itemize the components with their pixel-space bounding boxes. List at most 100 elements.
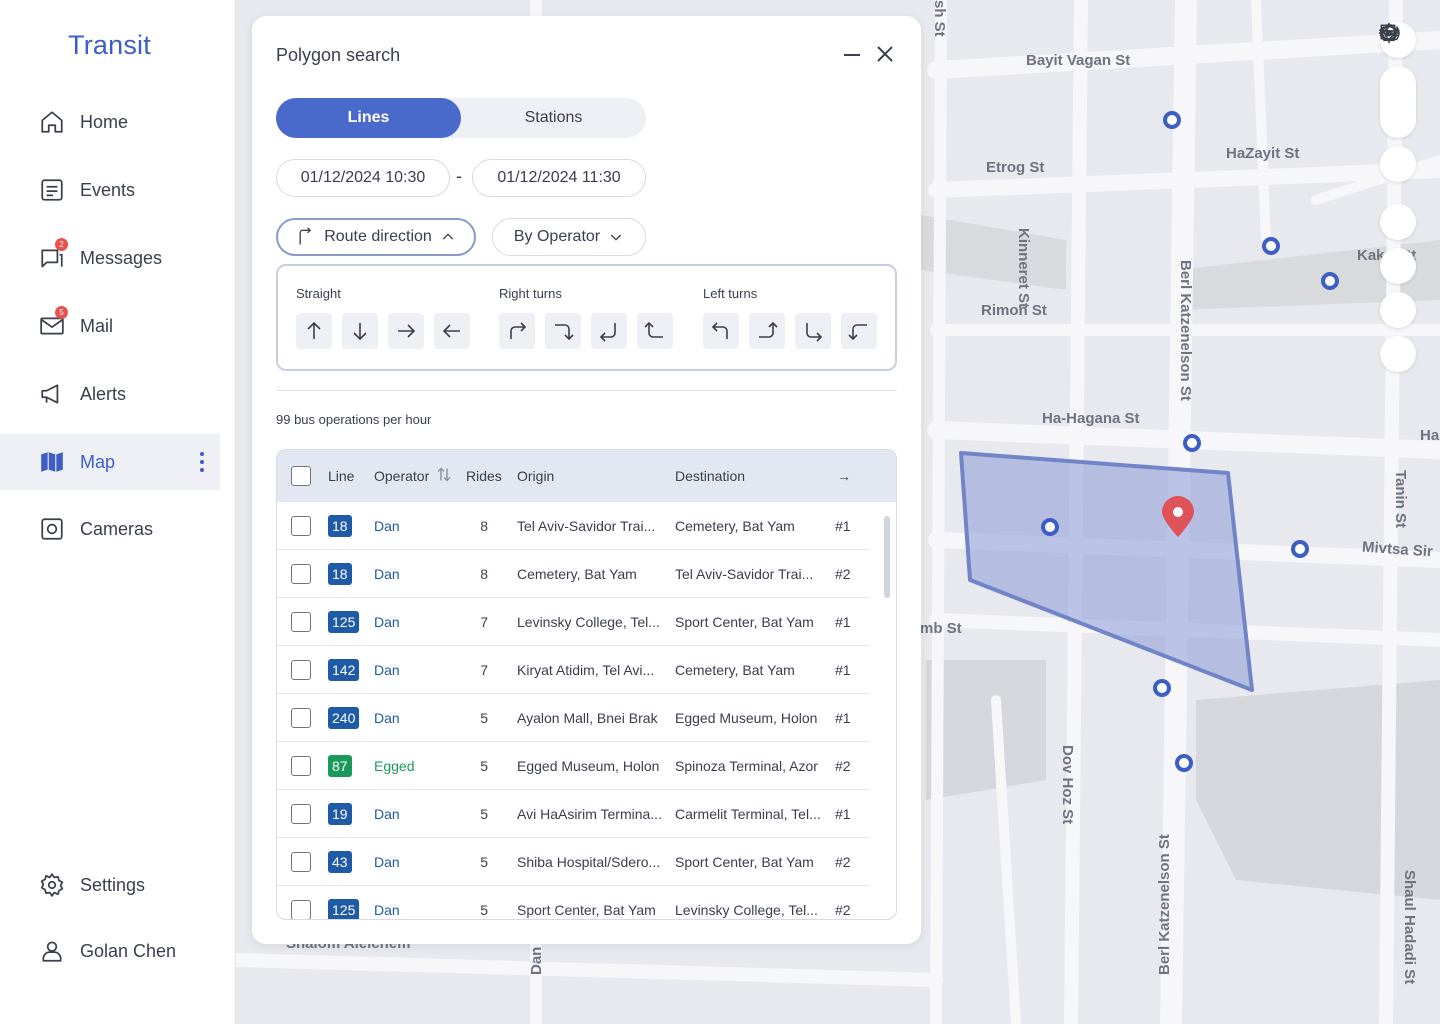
- camera-icon: [38, 515, 66, 543]
- operator-cell[interactable]: Dan: [374, 902, 400, 918]
- operator-cell[interactable]: Egged: [374, 758, 414, 774]
- row-checkbox[interactable]: [291, 755, 311, 776]
- line-number-badge: 240: [328, 706, 360, 729]
- row-checkbox[interactable]: [291, 515, 311, 536]
- operator-cell[interactable]: Dan: [374, 518, 400, 534]
- col-rides[interactable]: Rides: [466, 468, 502, 484]
- date-separator: -: [456, 166, 462, 186]
- more-options-icon[interactable]: [200, 452, 204, 472]
- dir-left-button[interactable]: [434, 313, 470, 349]
- chevron-up-icon: [442, 233, 453, 240]
- tab-lines[interactable]: Lines: [276, 98, 461, 138]
- straight-label: Straight: [296, 286, 341, 301]
- table-scrollbar[interactable]: [884, 516, 890, 598]
- street-label: Dov Hoz St: [1059, 745, 1076, 825]
- operator-cell[interactable]: Dan: [374, 614, 400, 630]
- lines-table: Line Operator Rides Origin Destination →…: [276, 449, 897, 920]
- origin-cell: Ayalon Mall, Bnei Brak: [517, 709, 658, 726]
- sidebar-item-alerts[interactable]: Alerts: [0, 366, 220, 422]
- turn-left-up-button[interactable]: [703, 313, 739, 349]
- operator-cell[interactable]: Dan: [374, 662, 400, 678]
- user-icon: [38, 937, 66, 965]
- col-destination[interactable]: Destination: [675, 468, 745, 484]
- table-row[interactable]: 125 Dan 7 Levinsky College, Tel... Sport Cen…: [277, 598, 869, 646]
- date-from-field[interactable]: 01/12/2024 10:30: [276, 159, 450, 197]
- turn-up-left-icon: [644, 321, 663, 338]
- arrow-right-icon: [398, 324, 416, 338]
- zoom-in-button[interactable]: [1380, 24, 1416, 102]
- operator-cell[interactable]: Dan: [374, 806, 400, 822]
- table-row[interactable]: 125 Dan 5 Sport Center, Bat Yam Levinsky Col…: [277, 886, 869, 919]
- brand-logo[interactable]: Transit: [68, 30, 151, 61]
- turn-down-left-2-button[interactable]: [841, 313, 877, 349]
- col-origin[interactable]: Origin: [517, 468, 554, 484]
- sidebar-item-cameras[interactable]: Cameras: [0, 501, 220, 557]
- table-row[interactable]: 87 Egged 5 Egged Museum, Holon Spinoza Termi…: [277, 742, 869, 790]
- user-profile[interactable]: Golan Chen: [0, 923, 220, 979]
- close-button[interactable]: [875, 44, 895, 64]
- eraser-button[interactable]: [1380, 24, 1416, 372]
- direction-cell: #2: [835, 565, 851, 582]
- operator-cell[interactable]: Dan: [374, 854, 400, 870]
- sidebar-item-events[interactable]: Events: [0, 162, 220, 218]
- table-row[interactable]: 43 Dan 5 Shiba Hospital/Sdero... Sport Cente…: [277, 838, 869, 886]
- origin-cell: Shiba Hospital/Sdero...: [517, 853, 661, 870]
- row-checkbox[interactable]: [291, 659, 311, 680]
- line-number-badge: 125: [328, 610, 360, 633]
- zoom-out-button[interactable]: [1380, 30, 1416, 138]
- right-turns-group: Right turns: [499, 286, 673, 349]
- direction-cell: #1: [835, 661, 851, 678]
- rides-cell: 5: [480, 805, 488, 822]
- operator-dropdown[interactable]: By Operator: [492, 218, 646, 256]
- sidebar-item-mail[interactable]: 5 Mail: [0, 298, 220, 354]
- rides-cell: 7: [480, 613, 488, 630]
- direction-filter-box: Straight Right turns Left turns: [276, 264, 897, 371]
- turn-right-down-button[interactable]: [545, 313, 581, 349]
- select-all-checkbox[interactable]: [291, 466, 311, 486]
- route-direction-dropdown[interactable]: Route direction: [276, 218, 476, 256]
- left-turns-label: Left turns: [703, 286, 758, 301]
- sidebar-item-map[interactable]: Map: [0, 434, 220, 490]
- draw-polygon-button[interactable]: [1380, 24, 1416, 284]
- turn-down-right-2-button[interactable]: [795, 313, 831, 349]
- tab-stations[interactable]: Stations: [461, 98, 646, 138]
- table-row[interactable]: 18 Dan 8 Cemetery, Bat Yam Tel Aviv-Savidor …: [277, 550, 869, 598]
- broadcast-button[interactable]: [1380, 26, 1416, 240]
- dir-down-button[interactable]: [342, 313, 378, 349]
- table-row[interactable]: 18 Dan 8 Tel Aviv-Savidor Trai... Cemetery, …: [277, 502, 869, 550]
- row-checkbox[interactable]: [291, 851, 311, 872]
- events-icon: [38, 176, 66, 204]
- table-row[interactable]: 19 Dan 5 Avi HaAsirim Termina... Carmelit Te…: [277, 790, 869, 838]
- turn-left-down-button[interactable]: [591, 313, 627, 349]
- row-checkbox[interactable]: [291, 707, 311, 728]
- line-number-badge: 43: [328, 850, 352, 873]
- table-body: 18 Dan 8 Tel Aviv-Savidor Trai... Cemetery, …: [277, 502, 896, 919]
- col-line[interactable]: Line: [328, 468, 354, 484]
- origin-cell: Kiryat Atidim, Tel Avi...: [517, 661, 655, 678]
- date-to-field[interactable]: 01/12/2024 11:30: [472, 159, 646, 197]
- row-checkbox[interactable]: [291, 803, 311, 824]
- operator-cell[interactable]: Dan: [374, 710, 400, 726]
- sidebar-item-home[interactable]: Home: [0, 94, 220, 150]
- operator-cell[interactable]: Dan: [374, 566, 400, 582]
- table-row[interactable]: 240 Dan 5 Ayalon Mall, Bnei Brak Egged Museu…: [277, 694, 869, 742]
- turn-left-down-icon: [848, 324, 867, 341]
- row-checkbox[interactable]: [291, 899, 311, 919]
- draw-rectangle-button[interactable]: [1380, 24, 1416, 328]
- turn-up-left-button[interactable]: [637, 313, 673, 349]
- chevron-down-icon: [610, 234, 622, 241]
- sidebar-item-messages[interactable]: 2 Messages: [0, 230, 220, 286]
- sidebar-item-settings[interactable]: Settings: [0, 857, 220, 913]
- dir-up-button[interactable]: [296, 313, 332, 349]
- minimize-button[interactable]: [843, 44, 861, 64]
- turn-right-up-button[interactable]: [499, 313, 535, 349]
- turn-up-right-button[interactable]: [749, 313, 785, 349]
- col-operator[interactable]: Operator: [374, 468, 429, 484]
- row-checkbox[interactable]: [291, 611, 311, 632]
- row-checkbox[interactable]: [291, 563, 311, 584]
- locate-button[interactable]: [1378, 22, 1416, 182]
- table-row[interactable]: 142 Dan 7 Kiryat Atidim, Tel Avi... Cemetery…: [277, 646, 869, 694]
- col-direction-arrow: →: [837, 468, 851, 484]
- sort-icon[interactable]: [437, 467, 451, 486]
- dir-right-button[interactable]: [388, 313, 424, 349]
